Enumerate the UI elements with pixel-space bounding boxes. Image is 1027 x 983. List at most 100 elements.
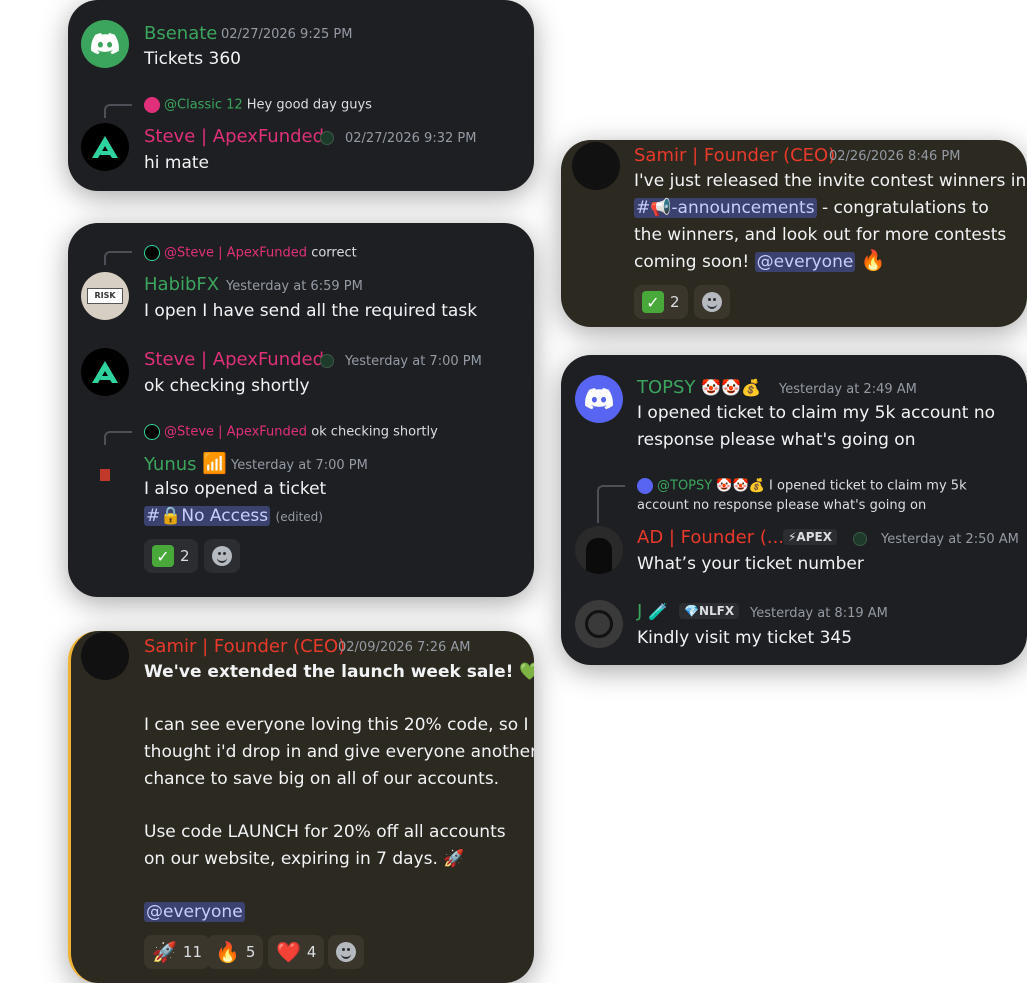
timestamp: Yesterday at 7:00 PM <box>345 354 482 369</box>
author-name[interactable]: Yunus 📶 <box>144 453 227 475</box>
reply-text: I opened ticket to claim my 5k <box>769 478 967 494</box>
message-line: chance to save big on all of our account… <box>144 769 500 789</box>
role-icon <box>320 354 334 368</box>
everyone-line: @everyone <box>144 899 245 926</box>
rocket-icon: 🚀 <box>152 940 177 964</box>
avatar-j[interactable] <box>575 600 623 648</box>
edited-label: (edited) <box>275 510 323 524</box>
message-line: I can see everyone loving this 20% code,… <box>144 715 529 735</box>
message-line: #🔒No Access (edited) <box>144 503 323 531</box>
author-name[interactable]: Bsenate <box>144 23 217 44</box>
everyone-mention[interactable]: @everyone <box>144 902 245 922</box>
author-name-text[interactable]: TOPSY <box>637 377 695 398</box>
avatar-ad[interactable] <box>575 526 623 574</box>
fire-icon: 🔥 <box>215 940 240 964</box>
timestamp: 02/27/2026 9:32 PM <box>345 131 477 146</box>
channel-mention[interactable]: #🔒No Access <box>144 506 271 526</box>
message-text: coming soon! <box>634 252 750 272</box>
reaction-count: 4 <box>306 943 317 961</box>
author-name[interactable]: AD | Founder (... <box>637 527 784 548</box>
reply-preview[interactable]: @Steve | ApexFunded ok checking shortly <box>144 424 438 440</box>
add-reaction-button[interactable] <box>328 935 364 969</box>
smile-icon <box>212 546 232 566</box>
reaction-count: 2 <box>670 293 680 311</box>
message-text: - congratulations to <box>816 198 989 218</box>
author-emoji: 📶 <box>202 451 228 475</box>
reaction-count: 2 <box>180 547 190 565</box>
message-line: Use code LAUNCH for 20% off all accounts <box>144 822 506 842</box>
reply-preview[interactable]: @TOPSY 🤡🤡💰 I opened ticket to claim my 5… <box>637 478 967 494</box>
avatar-bsenate[interactable] <box>81 20 129 68</box>
add-reaction-button[interactable] <box>204 539 240 573</box>
reply-connector <box>104 104 132 118</box>
discord-icon <box>585 388 613 410</box>
author-name-text[interactable]: Yunus <box>144 454 197 475</box>
message-text: Tickets 360 <box>144 49 242 69</box>
avatar-wheel <box>585 610 613 638</box>
reaction-check[interactable]: ✓ 2 <box>634 285 688 319</box>
fire-icon: 🔥 <box>860 248 886 272</box>
reply-avatar <box>144 245 160 261</box>
reply-mention[interactable]: @Steve | ApexFunded <box>164 246 307 261</box>
reply-text: correct <box>311 245 357 261</box>
reply-avatar <box>144 97 160 113</box>
role-icon <box>320 131 334 145</box>
everyone-mention[interactable]: @everyone <box>754 252 856 272</box>
author-name[interactable]: TOPSY 🤡🤡💰 <box>637 377 761 398</box>
discord-icon <box>91 33 119 55</box>
author-name-text[interactable]: J <box>637 601 642 622</box>
reply-avatar <box>637 478 653 494</box>
message-text: hi mate <box>144 153 210 173</box>
reaction-count: 5 <box>245 943 256 961</box>
message-text: I also opened a ticket <box>144 479 327 499</box>
role-icon <box>853 532 867 546</box>
reaction-fire[interactable]: 🔥 5 <box>207 935 264 969</box>
reply-preview[interactable]: @Classic 12 Hey good day guys <box>144 97 372 113</box>
reply-mention[interactable]: @TOPSY 🤡🤡💰 <box>657 479 765 494</box>
add-reaction-button[interactable] <box>694 285 730 319</box>
author-name[interactable]: J 🧪 <box>637 601 668 622</box>
message-line: response please what's going on <box>637 430 916 450</box>
timestamp: 02/09/2026 7:26 AM <box>338 640 471 655</box>
reply-text: Hey good day guys <box>246 97 372 113</box>
reply-text-line2: account no response please what's going … <box>637 498 927 513</box>
reply-mention[interactable]: @Steve | ApexFunded <box>164 425 307 440</box>
role-badge[interactable]: 💎NLFX <box>679 603 740 619</box>
reply-connector <box>104 431 132 445</box>
reaction-heart[interactable]: ❤️ 4 <box>268 935 325 969</box>
message-card-3: Samir | Founder (CEO) 02/09/2026 7:26 AM… <box>68 631 534 983</box>
timestamp: Yesterday at 2:49 AM <box>779 382 917 397</box>
author-name[interactable]: Steve | ApexFunded <box>144 349 324 370</box>
channel-mention[interactable]: #📢-announcements <box>634 198 817 218</box>
reply-mention[interactable]: @Classic 12 <box>164 98 243 113</box>
avatar-samir[interactable] <box>572 142 620 190</box>
check-icon: ✓ <box>642 291 664 313</box>
role-badge[interactable]: ⚡APEX <box>783 529 837 545</box>
avatar-topsy[interactable] <box>575 375 623 423</box>
author-name[interactable]: Steve | ApexFunded <box>144 126 324 147</box>
reply-preview[interactable]: @Steve | ApexFunded correct <box>144 245 357 261</box>
reaction-rocket[interactable]: 🚀 11 <box>144 935 210 969</box>
author-name[interactable]: Samir | Founder (CEO) <box>144 636 345 657</box>
author-name[interactable]: HabibFX <box>144 274 219 295</box>
reply-connector <box>597 485 625 523</box>
avatar-yunus[interactable] <box>81 451 129 499</box>
message-line: I opened ticket to claim my 5k account n… <box>637 403 996 423</box>
message-card-1: Bsenate 02/27/2026 9:25 PM Tickets 360 @… <box>68 0 534 191</box>
smile-icon <box>336 942 356 962</box>
timestamp: Yesterday at 6:59 PM <box>226 279 363 294</box>
reaction-check[interactable]: ✓ 2 <box>144 539 198 573</box>
avatar-steve[interactable] <box>81 348 129 396</box>
check-icon: ✓ <box>152 545 174 567</box>
avatar-samir[interactable] <box>81 632 129 680</box>
message-headline: We've extended the launch week sale! 💚 <box>144 662 534 682</box>
avatar-habibfx[interactable]: RISK <box>81 272 129 320</box>
apexfunded-logo-icon <box>92 136 118 158</box>
timestamp: 02/27/2026 9:25 PM <box>221 27 353 42</box>
message-card-4: Samir | Founder (CEO) 02/26/2026 8:46 PM… <box>561 140 1027 327</box>
avatar-steve[interactable] <box>81 123 129 171</box>
author-name[interactable]: Samir | Founder (CEO) <box>634 145 835 166</box>
timestamp: Yesterday at 2:50 AM <box>881 532 1019 547</box>
reply-text: ok checking shortly <box>311 424 438 440</box>
message-line: #📢-announcements - congratulations to <box>634 195 989 222</box>
